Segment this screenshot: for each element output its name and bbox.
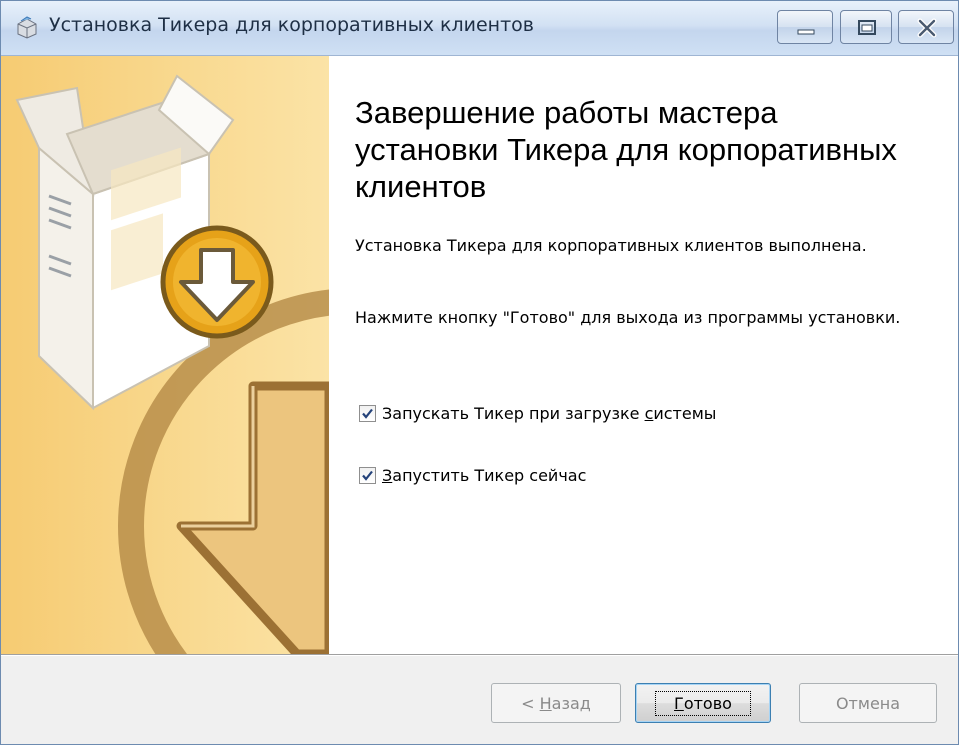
- launch-now-checkbox[interactable]: [359, 466, 376, 484]
- close-icon: [917, 18, 937, 38]
- wizard-content: Завершение работы мастера установки Тике…: [329, 56, 958, 654]
- completion-message: Установка Тикера для корпоративных клиен…: [355, 236, 867, 255]
- minimize-button[interactable]: [777, 10, 833, 44]
- finish-button[interactable]: Готово: [635, 683, 771, 723]
- window-title: Установка Тикера для корпоративных клиен…: [49, 14, 534, 36]
- maximize-button[interactable]: [840, 10, 892, 44]
- launch-at-startup-label: Запускать Тикер при загрузке системы: [382, 403, 717, 423]
- installer-window: Установка Тикера для корпоративных клиен…: [0, 0, 959, 745]
- checkmark-icon: [362, 408, 373, 419]
- launch-now-label: Запустить Тикер сейчас: [382, 465, 587, 485]
- wizard-heading: Завершение работы мастера установки Тике…: [355, 95, 897, 204]
- title-bar[interactable]: Установка Тикера для корпоративных клиен…: [1, 1, 958, 56]
- installer-app-icon: [15, 15, 39, 39]
- download-badge-icon: [160, 225, 274, 339]
- install-box-illustration: [15, 74, 329, 654]
- back-button[interactable]: < Назад: [491, 683, 621, 723]
- wizard-footer: < Назад Готово Отмена: [1, 656, 958, 744]
- launch-now-option[interactable]: Запустить Тикер сейчас: [359, 464, 586, 486]
- checkmark-icon: [362, 470, 373, 481]
- finish-button-label: Готово: [655, 690, 751, 716]
- cancel-button[interactable]: Отмена: [799, 683, 937, 723]
- launch-at-startup-option[interactable]: Запускать Тикер при загрузке системы: [359, 402, 716, 424]
- close-button[interactable]: [898, 10, 954, 44]
- launch-at-startup-checkbox[interactable]: [359, 404, 376, 422]
- finish-instruction: Нажмите кнопку "Готово" для выхода из пр…: [355, 308, 901, 327]
- maximize-icon: [858, 20, 876, 35]
- minimize-icon: [797, 29, 815, 35]
- wizard-side-banner: [1, 56, 329, 654]
